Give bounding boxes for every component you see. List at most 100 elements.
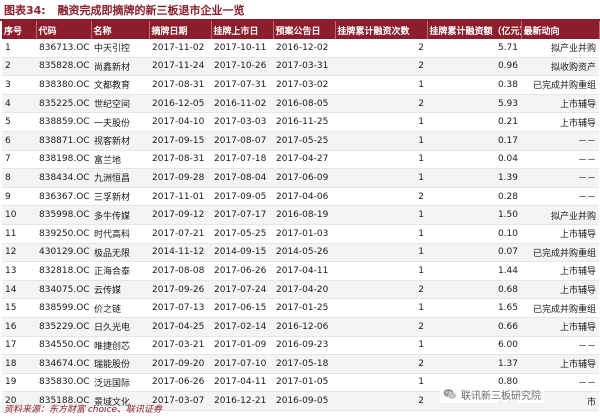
cell-index: 13 [2,261,36,281]
cell-financing-amount: 1.50 [427,205,521,225]
table-row: 5 838859.OC 一夫股份 2017-04-10 2017-03-03 2016-1… [2,112,599,132]
cell-delist-date: 2017-09-26 [149,280,211,300]
cell-delist-date: 2017-11-24 [149,57,211,77]
cell-delist-date: 2017-09-20 [149,354,211,374]
col-header-delist-date: 摘牌日期 [149,21,212,39]
cell-financing-count: 1 [335,131,427,151]
cell-name: 视客新材 [91,131,149,151]
cell-delist-date: 2017-09-15 [149,131,211,151]
cell-code: 430129.OC [36,243,91,263]
cell-financing-amount: 0.07 [427,243,521,263]
cell-financing-amount: 0.66 [427,317,521,337]
cell-delist-date: 2017-09-28 [149,168,211,188]
cell-name: 时代高科 [91,224,149,244]
cell-name: 尚鑫新材 [91,57,149,77]
cell-name: 中天引控 [91,39,149,58]
cell-latest-trend: 上市辅导 [521,354,599,374]
cell-financing-amount: 0.28 [427,187,521,207]
cell-listing-date: 2017-10-11 [211,39,273,58]
cell-index: 17 [2,336,36,356]
cell-name: 多牛传媒 [91,205,149,225]
cell-listing-date: 2017-07-31 [211,75,273,95]
cell-plan-date: 2016-09-23 [273,336,335,356]
cell-financing-amount: 0.96 [427,57,521,77]
cell-listing-date: 2017-04-11 [211,373,273,393]
cell-listing-date: 2016-11-02 [211,94,273,114]
cell-code: 838198.OC [36,150,91,170]
cell-index: 18 [2,354,36,374]
cell-latest-trend: 已完成并购重组 [521,298,599,318]
cell-name: 瑞能股份 [91,354,149,374]
cell-code: 834550.OC [36,336,91,356]
cell-plan-date: 2017-01-03 [273,224,335,244]
cell-code: 835229.OC [36,317,91,337]
col-header-code: 代码 [36,21,92,39]
table-row: 18 834674.OC 瑞能股份 2017-09-20 2017-07-10 2017-… [2,354,599,374]
cell-plan-date: 2017-04-27 [273,150,335,170]
cell-plan-date: 2017-06-09 [273,168,335,188]
cell-index: 6 [2,131,36,151]
figure-title-text: 融资完成即摘牌的新三板退市企业一览 [57,4,245,17]
cell-index: 15 [2,298,36,318]
cell-index: 1 [2,39,36,58]
table-row: 14 834075.OC 云传媒 2017-09-26 2017-07-24 2017-0… [2,280,599,300]
cell-index: 10 [2,205,36,225]
cell-index: 8 [2,168,36,188]
cell-financing-count: 1 [335,373,427,393]
col-header-financing-count: 挂牌累计融资次数 [335,21,428,39]
cell-code: 834075.OC [36,280,91,300]
cell-name: 泛远国际 [91,373,149,393]
table-row: 2 835828.OC 尚鑫新材 2017-11-24 2017-10-26 2017-0… [2,57,599,77]
cell-delist-date: 2017-08-31 [149,75,211,95]
cell-financing-amount: 1.44 [427,261,521,281]
cell-plan-date: 2016-11-25 [273,112,335,132]
cell-plan-date: 2016-12-02 [273,39,335,58]
cell-financing-amount: 1.39 [427,168,521,188]
cell-listing-date: 2017-07-17 [211,205,273,225]
cell-plan-date: 2017-04-20 [273,280,335,300]
cell-financing-count: 1 [335,75,427,95]
cell-financing-amount: 0.17 [427,131,521,151]
cell-name: 日久光电 [91,317,149,337]
table-row: 1 836713.OC 中天引控 2017-11-02 2017-10-11 2016-1… [2,39,599,58]
cell-latest-trend: 已完成并购重组 [521,243,599,263]
cell-name: 极品无限 [91,243,149,263]
cell-latest-trend: 上市辅导 [521,112,599,132]
cell-listing-date: 2017-06-26 [211,261,273,281]
cell-listing-date: 2017-07-18 [211,150,273,170]
watermark: 联讯新三板研究院 [440,385,544,403]
table-row: 17 834550.OC 唯捷创芯 2017-03-21 2017-01-09 2016-… [2,336,599,356]
cell-plan-date: 2016-08-05 [273,94,335,114]
table-row: 16 835229.OC 日久光电 2017-04-25 2017-02-14 2016-… [2,317,599,337]
cell-plan-date: 2016-09-05 [273,391,335,411]
cell-financing-amount: 0.10 [427,224,521,244]
cell-index: 14 [2,280,36,300]
cell-name: 九洲恒昌 [91,168,149,188]
cell-index: 19 [2,373,36,393]
cell-financing-count: 1 [335,150,427,170]
col-header-latest-trend: 最新动向 [521,21,600,39]
cell-code: 838859.OC [36,112,91,132]
cell-financing-count: 1 [335,243,427,263]
cell-delist-date: 2017-04-10 [149,112,211,132]
cell-code: 836367.OC [36,187,91,207]
cell-delist-date: 2017-09-12 [149,205,211,225]
cell-plan-date: 2017-03-02 [273,75,335,95]
cell-delist-date: 2017-11-02 [149,39,211,58]
cell-code: 838871.OC [36,131,91,151]
cell-code: 838434.OC [36,168,91,188]
cell-name: 富兰地 [91,150,149,170]
cell-name: 云传媒 [91,280,149,300]
cell-financing-count: 1 [335,168,427,188]
cell-listing-date: 2016-12-21 [211,391,273,411]
cell-index: 11 [2,224,36,244]
cell-financing-count: 1 [335,205,427,225]
cell-financing-amount: 1.65 [427,298,521,318]
cell-financing-count: 2 [335,354,427,374]
cell-financing-count: 2 [335,57,427,77]
cell-listing-date: 2017-01-09 [211,336,273,356]
cell-name: 世纪空间 [91,94,149,114]
cell-index: 5 [2,112,36,132]
cell-financing-count: 2 [335,94,427,114]
table-row: 3 838380.OC 文都教育 2017-08-31 2017-07-31 2017-0… [2,75,599,95]
